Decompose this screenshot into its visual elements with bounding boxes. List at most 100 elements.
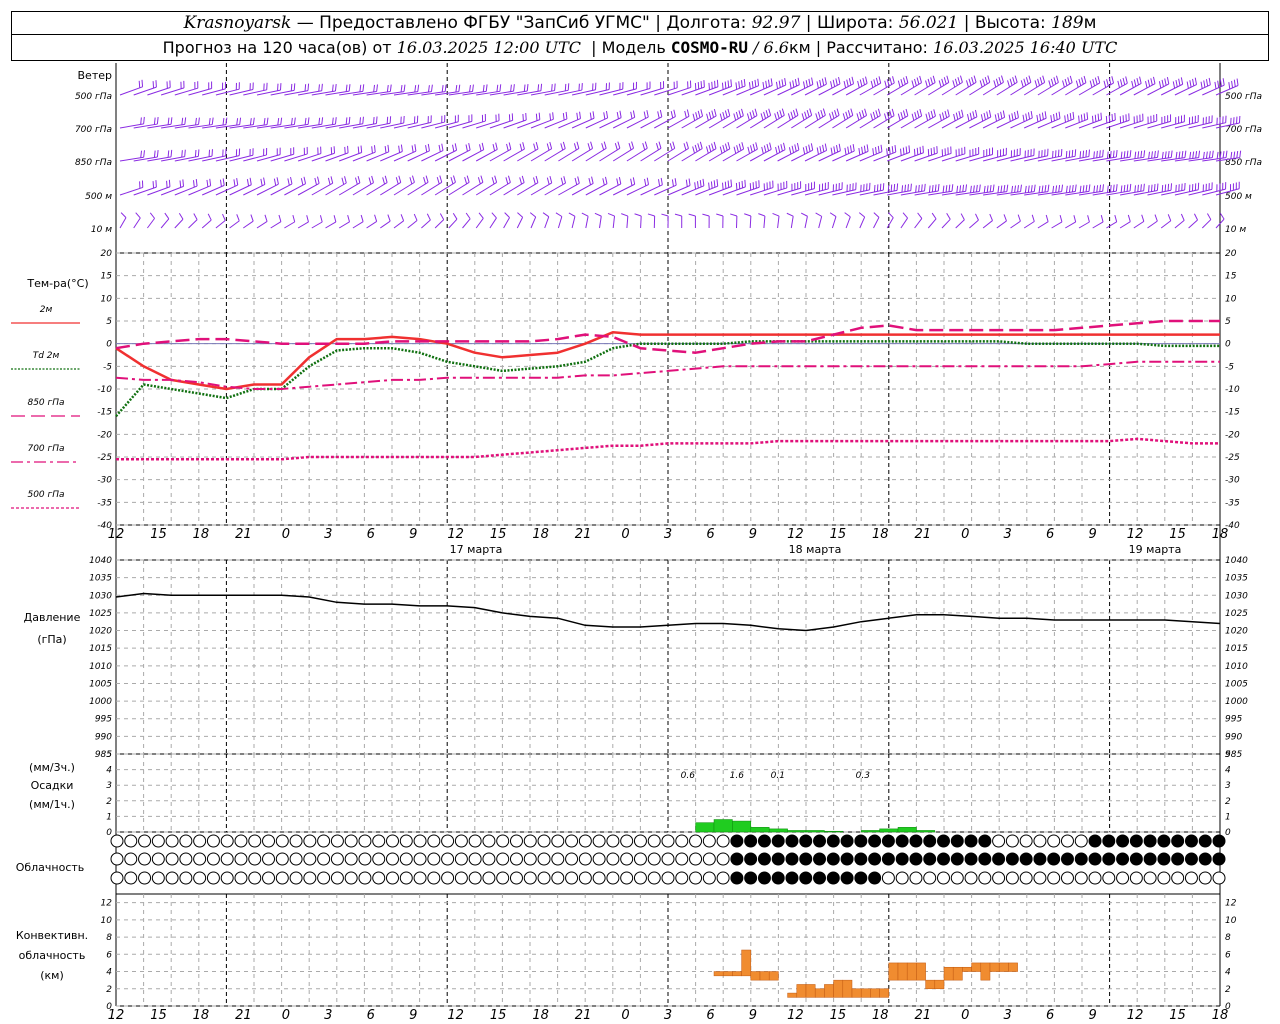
wind-barb-shaft: [284, 221, 295, 229]
cloud-cover-circle: [1005, 852, 1019, 866]
wind-barb-flag: [699, 141, 703, 149]
wind-barb-flag: [1117, 80, 1120, 88]
ytick-right-temp: 20: [1225, 249, 1237, 259]
cloud-cover-circle: [454, 852, 468, 866]
wind-barb-flag: [716, 79, 719, 87]
wind-barb-flag: [290, 83, 293, 91]
hour-label-temp: 18: [872, 527, 889, 542]
cloud-cover-circle: [317, 834, 331, 848]
cloud-cover-circle: [523, 852, 537, 866]
wind-barb-flag: [542, 212, 550, 218]
cloud-cover-circle: [675, 852, 689, 866]
ytick-left-precip: 1: [106, 812, 112, 822]
wind-barb-flag: [768, 108, 772, 116]
wind-barb-flag: [138, 80, 141, 88]
ytick-left-pres: 995: [95, 715, 112, 725]
wind-barb-flag: [986, 185, 989, 193]
wind-barb-flag: [710, 181, 713, 189]
cloud-cover-circle: [744, 834, 758, 848]
conv-cloud-bar: [796, 984, 807, 998]
wind-barb-flag: [1042, 75, 1046, 83]
wind-barb-flag: [830, 147, 833, 155]
hour-label-bottom: 15: [150, 1008, 167, 1023]
hour-label-temp: 6: [367, 527, 375, 542]
wind-barb-flag: [264, 214, 268, 222]
wind-barb-shaft: [859, 216, 866, 229]
cloud-cover-circle: [248, 871, 262, 885]
wind-barb-flag: [1014, 185, 1017, 193]
wind-barb-flag: [955, 112, 959, 120]
cloud-cover-circle: [138, 852, 152, 866]
wind-barb-flag: [280, 117, 283, 125]
wind-barb-flag: [777, 145, 781, 153]
cloud-cover-circle: [606, 834, 620, 848]
wind-barb-flag: [603, 112, 606, 120]
wind-barb-flag: [838, 143, 841, 151]
ytick-left-conv: 12: [101, 899, 113, 909]
cloud-cover-circle: [675, 871, 689, 885]
conv-cloud-bar: [787, 992, 798, 998]
wind-barb-flag: [932, 75, 936, 83]
wind-barb-flag: [519, 177, 523, 185]
wind-barb-flag: [820, 110, 824, 118]
wind-barb-flag: [1050, 78, 1054, 86]
wind-barb-flag: [975, 184, 978, 192]
conv-cloud-bar: [934, 979, 945, 990]
wind-barb-flag: [236, 118, 239, 126]
wind-barb-flag: [887, 185, 890, 193]
wind-barb-flag: [767, 79, 770, 87]
wind-barb-flag: [360, 214, 364, 222]
wind-barb-flag: [1055, 112, 1058, 120]
hour-label-bottom: 3: [664, 1008, 672, 1023]
wind-barb-shaft: [352, 151, 376, 162]
wind-barb-flag: [711, 81, 713, 89]
wind-barb-flag: [943, 77, 947, 85]
ytick-right-conv: 4: [1225, 968, 1231, 978]
wind-barb-flag: [632, 110, 636, 118]
wind-barb-flag: [452, 212, 458, 220]
wind-barb-flag: [796, 142, 800, 150]
wind-barb-flag: [915, 185, 917, 193]
wind-barb-flag: [400, 85, 403, 93]
wind-barb-flag: [1157, 150, 1159, 158]
wind-barb-flag: [1088, 184, 1091, 192]
cloud-cover-circle: [110, 871, 124, 885]
wind-barb-flag: [931, 185, 934, 193]
cloud-cover-circle: [785, 834, 799, 848]
wind-barb-flag: [897, 113, 901, 121]
conv-cloud-bar: [833, 979, 844, 998]
wind-barb-flag: [290, 176, 293, 184]
wind-barb-flag: [986, 111, 989, 119]
wind-barb-flag: [694, 144, 698, 152]
wind-barb-flag: [430, 84, 433, 92]
wind-barb-shaft: [311, 152, 335, 162]
wind-barb-flag: [344, 146, 346, 154]
wind-barb-flag: [592, 111, 595, 119]
cloud-cover-circle: [330, 834, 344, 848]
ytick-right-precip: 4: [1225, 766, 1231, 776]
wind-barb-flag: [724, 110, 728, 118]
cloud-cover-circle: [344, 852, 358, 866]
wind-barb-shaft: [969, 219, 979, 229]
wind-barb-flag: [1080, 114, 1083, 122]
cloud-cover-circle: [248, 852, 262, 866]
wind-barb-flag: [464, 177, 468, 185]
wind-barb-flag: [141, 79, 144, 87]
wind-barb-flag: [933, 109, 936, 117]
cloud-cover-circle: [633, 871, 647, 885]
cloud-cover-circle: [151, 834, 165, 848]
wind-barb-flag: [1202, 151, 1205, 159]
wind-barb-flag: [941, 112, 945, 120]
wind-barb-flag: [1027, 112, 1031, 120]
wind-barb-shaft: [339, 152, 362, 162]
wind-barb-flag: [290, 117, 293, 125]
wind-barb-flag: [587, 143, 591, 151]
wind-barb-flag: [1167, 183, 1170, 191]
ytick-right-pres: 1005: [1225, 679, 1248, 689]
wind-barb-flag: [727, 141, 731, 149]
wind-barb-shaft: [297, 221, 309, 229]
wind-barb-flag: [1161, 185, 1164, 193]
cloud-cover-circle: [978, 834, 992, 848]
wind-barb-flag: [685, 179, 688, 187]
wind-barb-flag: [140, 150, 143, 158]
